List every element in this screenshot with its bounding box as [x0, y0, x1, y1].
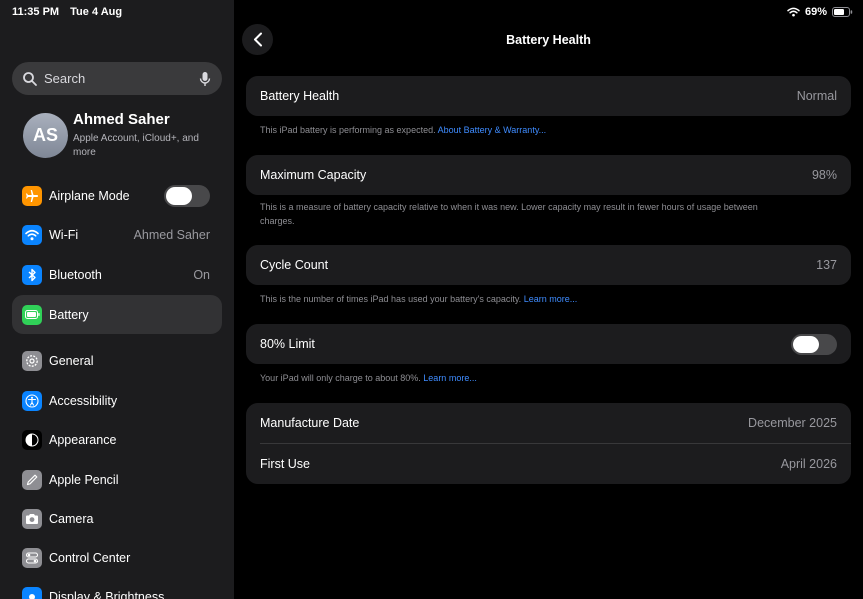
cycle-count-value: 137 [816, 258, 837, 272]
wifi-network-value: Ahmed Saher [133, 227, 210, 242]
charge-limit-learn-more-link[interactable]: Learn more... [423, 373, 477, 383]
control-center-icon [22, 547, 42, 568]
first-use-label: First Use [260, 457, 310, 471]
battery-health-footnote: This iPad battery is performing as expec… [260, 123, 800, 137]
sidebar-item-label: Appearance [49, 432, 117, 447]
battery-icon [22, 304, 42, 325]
search-placeholder: Search [44, 71, 86, 86]
battery-status-icon [832, 7, 853, 17]
pencil-icon [22, 469, 42, 490]
sidebar-item-display-brightness[interactable]: Display & Brightness [12, 577, 222, 599]
manufacture-date-value: December 2025 [748, 416, 837, 430]
sidebar-item-apple-pencil[interactable]: Apple Pencil [12, 460, 222, 499]
airplane-mode-toggle[interactable] [164, 184, 210, 207]
cycle-count-note: This is the number of times iPad has use… [260, 294, 522, 304]
battery-health-label: Battery Health [260, 89, 340, 103]
charge-limit-footnote: Your iPad will only charge to about 80%.… [260, 371, 800, 385]
maximum-capacity-footnote: This is a measure of battery capacity re… [260, 200, 780, 228]
sidebar-item-label: Battery [49, 307, 89, 322]
page-title: Battery Health [506, 33, 591, 47]
search-icon [23, 71, 37, 86]
gear-icon [22, 350, 42, 371]
sidebar-item-airplane-mode[interactable]: Airplane Mode [12, 176, 222, 215]
sidebar: 11:35 PM Tue 4 Aug Search AS Ahmed Saher… [0, 0, 234, 599]
status-time: 11:35 PM [12, 6, 60, 18]
manufacture-date-label: Manufacture Date [260, 416, 360, 430]
cycle-count-row: Cycle Count 137 [246, 245, 851, 285]
sidebar-item-label: General [49, 353, 94, 368]
bluetooth-icon [22, 264, 42, 285]
sidebar-item-appearance[interactable]: Appearance [12, 420, 222, 459]
search-field[interactable]: Search [12, 62, 222, 95]
charge-limit-note: Your iPad will only charge to about 80%. [260, 373, 421, 383]
charge-limit-card: 80% Limit [246, 324, 851, 364]
airplane-icon [22, 185, 42, 206]
sidebar-item-label: Camera [49, 511, 94, 526]
first-use-value: April 2026 [780, 457, 837, 471]
camera-icon [22, 508, 42, 529]
wifi-status-icon [787, 7, 800, 17]
bluetooth-status-value: On [193, 267, 210, 282]
wifi-icon [22, 224, 42, 245]
charge-limit-label: 80% Limit [260, 337, 315, 351]
avatar: AS [23, 113, 68, 158]
apple-account-profile[interactable]: AS Ahmed Saher Apple Account, iCloud+, a… [22, 110, 222, 164]
sidebar-item-label: Wi-Fi [49, 227, 79, 242]
sidebar-item-accessibility[interactable]: Accessibility [12, 381, 222, 420]
battery-dates-card: Manufacture Date December 2025 First Use… [246, 403, 851, 484]
appearance-icon [22, 429, 42, 450]
battery-percentage: 69% [804, 6, 827, 18]
battery-health-card: Battery Health Normal [246, 76, 851, 116]
charge-limit-row: 80% Limit [246, 324, 851, 364]
sidebar-item-camera[interactable]: Camera [12, 499, 222, 538]
cycle-count-footnote: This is the number of times iPad has use… [260, 292, 800, 306]
sidebar-item-label: Bluetooth [49, 267, 102, 282]
manufacture-date-row: Manufacture Date December 2025 [246, 403, 851, 443]
sidebar-item-battery[interactable]: Battery [12, 295, 222, 334]
cycle-count-learn-more-link[interactable]: Learn more... [524, 294, 578, 304]
display-icon [22, 586, 42, 599]
microphone-icon[interactable] [198, 71, 212, 87]
sidebar-item-wifi[interactable]: Wi-Fi Ahmed Saher [12, 215, 222, 254]
battery-health-note: This iPad battery is performing as expec… [260, 125, 436, 135]
battery-health-value: Normal [796, 89, 837, 103]
maximum-capacity-label: Maximum Capacity [260, 168, 367, 182]
toggle-knob [793, 335, 819, 353]
toggle-knob [166, 186, 192, 205]
cycle-count-label: Cycle Count [260, 258, 329, 272]
battery-health-row: Battery Health Normal [246, 76, 851, 116]
about-battery-warranty-link[interactable]: About Battery & Warranty... [438, 125, 547, 135]
maximum-capacity-note: This is a measure of battery capacity re… [260, 202, 758, 226]
maximum-capacity-row: Maximum Capacity 98% [246, 155, 851, 195]
status-date: Tue 4 Aug [70, 6, 123, 18]
sidebar-item-label: Control Center [49, 550, 131, 565]
charge-limit-toggle[interactable] [791, 333, 837, 355]
sidebar-item-label: Airplane Mode [49, 188, 130, 203]
profile-subtitle: Apple Account, iCloud+, and more [73, 133, 199, 158]
sidebar-item-control-center[interactable]: Control Center [12, 538, 222, 577]
status-time-date: 11:35 PM Tue 4 Aug [12, 6, 130, 18]
sidebar-item-label: Accessibility [49, 393, 118, 408]
maximum-capacity-card: Maximum Capacity 98% [246, 155, 851, 195]
sidebar-item-general[interactable]: General [12, 341, 222, 380]
sidebar-item-label: Display & Brightness [49, 589, 165, 599]
first-use-row: First Use April 2026 [246, 444, 851, 484]
cycle-count-card: Cycle Count 137 [246, 245, 851, 285]
battery-health-page: 69% Battery Health Battery Health Normal… [234, 0, 863, 599]
accessibility-icon [22, 390, 42, 411]
maximum-capacity-value: 98% [811, 168, 837, 182]
status-indicators: 69% [787, 6, 853, 18]
profile-name: Ahmed Saher [73, 111, 170, 128]
sidebar-item-label: Apple Pencil [49, 472, 119, 487]
sidebar-item-bluetooth[interactable]: Bluetooth On [12, 255, 222, 294]
